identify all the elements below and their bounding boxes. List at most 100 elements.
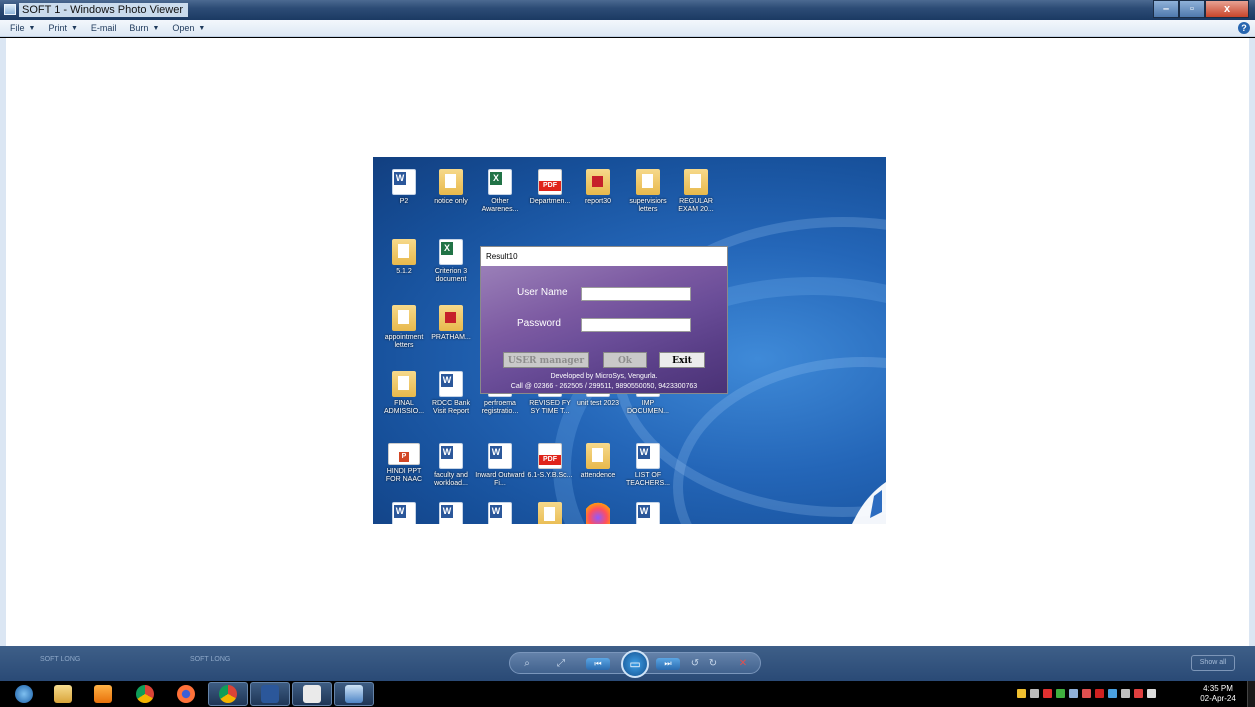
menu-file[interactable]: File ▼ (10, 23, 35, 33)
show-desktop-button[interactable] (1247, 681, 1255, 707)
tray-icon[interactable] (1121, 689, 1130, 698)
rotate-right-icon[interactable]: ↻ (706, 657, 720, 671)
excel-icon[interactable] (292, 682, 332, 706)
username-input[interactable] (581, 287, 691, 301)
google-chrome-alt-icon[interactable] (208, 682, 248, 706)
tray-icon[interactable] (1043, 689, 1052, 698)
tray-icon[interactable] (1108, 689, 1117, 698)
chrome-icon[interactable] (125, 682, 165, 706)
rotate-left-icon[interactable]: ↺ (688, 657, 702, 671)
desktop-icon[interactable]: PRATHAM... (426, 305, 476, 342)
file-explorer-icon[interactable] (43, 682, 83, 706)
word-icon (636, 502, 660, 524)
desktop-icon-label: FINAL ADMISSIO... (383, 400, 425, 415)
desktop-icon[interactable]: REGULAR EXAM 20... (671, 169, 721, 214)
tray-icon[interactable] (1095, 689, 1104, 698)
desktop-icon[interactable]: LIST OF TEACHERS... (623, 443, 673, 488)
desktop-icon-label: Criterion 3 document (434, 268, 468, 283)
tray-icon[interactable] (1030, 689, 1039, 698)
media-player-icon[interactable] (83, 682, 123, 706)
firefox-icon (586, 502, 610, 524)
next-icon[interactable]: ⏭ (656, 658, 680, 670)
desktop-icon-label: Inward Outward Fi... (475, 472, 525, 487)
chevron-down-icon: ▼ (152, 24, 160, 32)
menu-open[interactable]: Open ▼ (172, 23, 205, 33)
flag-icon[interactable] (1134, 689, 1143, 698)
desktop-icon[interactable]: HINDI PPT FOR NAAC (379, 443, 429, 484)
desktop-icon[interactable] (525, 502, 575, 524)
show-all-button[interactable]: Show all (1191, 655, 1235, 671)
tray-icon[interactable] (1069, 689, 1078, 698)
clock[interactable]: 4:35 PM 02-Apr-24 (1198, 684, 1238, 704)
desktop-icon[interactable]: P2 (379, 169, 429, 206)
folder-icon (392, 239, 416, 265)
word-icon (392, 169, 416, 195)
previous-icon[interactable]: ⏮ (586, 658, 610, 670)
desktop-icon[interactable]: Inward Outward Fi... (475, 443, 525, 488)
windows-logo-fragment (852, 482, 886, 524)
desktop-icon[interactable] (475, 502, 525, 524)
tray-icon[interactable] (1056, 689, 1065, 698)
exit-button[interactable]: Exit (659, 352, 705, 368)
menu-burn-label: Burn (129, 23, 149, 33)
login-dialog: Result10 User Name Password USER manager… (480, 246, 728, 394)
taskbar: 4:35 PM 02-Apr-24 (0, 681, 1255, 707)
chevron-down-icon: ▼ (198, 24, 206, 32)
user-manager-button[interactable]: USER manager (503, 352, 589, 368)
desktop-icon-label: attendence (580, 472, 616, 479)
desktop-icon[interactable] (573, 502, 623, 524)
desktop-icon-label: unit test 2023 (576, 400, 620, 407)
desktop-icon[interactable]: supervisiors letters (623, 169, 673, 214)
help-icon[interactable]: ? (1238, 22, 1250, 34)
desktop-icon[interactable]: Other Awarenes... (475, 169, 525, 214)
word-icon (392, 502, 416, 524)
desktop-icon[interactable]: 5.1.2 (379, 239, 429, 276)
password-input[interactable] (581, 318, 691, 332)
desktop-icon[interactable]: report30 (573, 169, 623, 206)
word-icon[interactable] (250, 682, 290, 706)
desktop-icon-label: P2 (399, 198, 409, 205)
photo-viewer-app-icon[interactable] (4, 4, 16, 15)
tray-icon[interactable] (1082, 689, 1091, 698)
zoom-icon[interactable]: ⌕ (520, 657, 534, 671)
desktop-icon[interactable]: Criterion 3 document (426, 239, 476, 284)
close-button[interactable]: x (1205, 0, 1249, 18)
desktop-icon[interactable] (623, 502, 673, 524)
pdf-icon (538, 169, 562, 195)
chevron-down-icon: ▼ (28, 24, 36, 32)
folder-icon (538, 502, 562, 524)
desktop-icon[interactable] (426, 502, 476, 524)
minimize-button[interactable]: – (1153, 0, 1179, 18)
firefox-icon[interactable] (166, 682, 206, 706)
start-orb-icon[interactable] (4, 682, 44, 706)
username-label: User Name (517, 287, 568, 298)
tray-icon[interactable] (1017, 689, 1026, 698)
desktop-icon[interactable] (379, 502, 429, 524)
maximize-button[interactable]: ▫ (1179, 0, 1205, 18)
menu-burn[interactable]: Burn ▼ (129, 23, 159, 33)
desktop-icon[interactable]: appointment letters (379, 305, 429, 350)
menu-file-label: File (10, 23, 25, 33)
word-icon (439, 443, 463, 469)
menu-email[interactable]: E-mail (91, 23, 117, 33)
volume-icon[interactable] (1147, 689, 1156, 698)
menu-print[interactable]: Print ▼ (48, 23, 77, 33)
desktop-icon[interactable]: RDCC Bank Visit Report (426, 371, 476, 416)
folder-icon (392, 371, 416, 397)
delete-icon[interactable]: ✕ (736, 657, 750, 671)
desktop-icon[interactable]: FINAL ADMISSIO... (379, 371, 429, 416)
actual-size-icon[interactable]: ⤢ (554, 657, 568, 671)
desktop-icon[interactable]: Departmen... (525, 169, 575, 206)
desktop-icon[interactable]: 6.1-S.Y.B.Sc... (525, 443, 575, 480)
slideshow-icon[interactable]: ▭ (621, 650, 649, 678)
desktop-icon[interactable]: notice only (426, 169, 476, 206)
desktop-icon[interactable]: faculty and workload... (426, 443, 476, 488)
word-icon (439, 502, 463, 524)
photo-viewer-icon[interactable] (334, 682, 374, 706)
system-tray (1017, 689, 1160, 698)
desktop-icon[interactable]: attendence (573, 443, 623, 480)
word-icon (488, 502, 512, 524)
ok-button[interactable]: Ok (603, 352, 647, 368)
password-label: Password (517, 318, 561, 329)
clock-date: 02-Apr-24 (1200, 694, 1236, 703)
